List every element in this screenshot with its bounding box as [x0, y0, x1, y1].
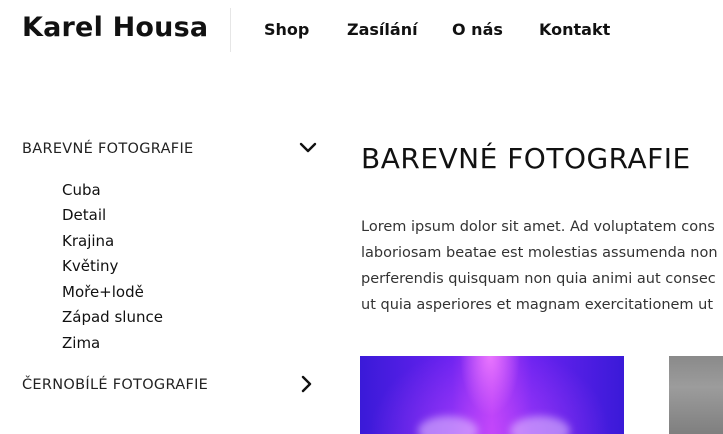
chevron-right-icon[interactable] — [296, 374, 316, 394]
subcategory-zapad-slunce[interactable]: Západ slunce — [62, 308, 163, 326]
subcategory-more-lode[interactable]: Moře+lodě — [62, 283, 144, 301]
category-label: BAREVNÉ FOTOGRAFIE — [22, 141, 194, 157]
category-color-photos[interactable]: BAREVNÉ FOTOGRAFIE — [22, 138, 318, 162]
description-line: perferendis quisquam non quia animi aut … — [361, 271, 716, 287]
chevron-down-icon[interactable] — [298, 138, 318, 158]
subcategory-kvetiny[interactable]: Květiny — [62, 257, 118, 275]
product-photo[interactable] — [669, 356, 723, 434]
product-photo[interactable] — [360, 356, 624, 434]
subcategory-detail[interactable]: Detail — [62, 206, 106, 224]
main-content: BAREVNÉ FOTOGRAFIE Lorem ipsum dolor sit… — [360, 0, 723, 434]
category-label: ČERNOBÍLÉ FOTOGRAFIE — [22, 377, 209, 393]
subcategory-krajina[interactable]: Krajina — [62, 232, 114, 250]
subcategory-zima[interactable]: Zima — [62, 334, 100, 352]
subcategory-cuba[interactable]: Cuba — [62, 181, 101, 199]
category-sidebar: BAREVNÉ FOTOGRAFIE Cuba Detail Krajina K… — [0, 0, 340, 434]
description-line: ut quia asperiores et magnam exercitatio… — [361, 297, 714, 313]
category-bw-photos[interactable]: ČERNOBÍLÉ FOTOGRAFIE — [22, 374, 318, 398]
page-title: BAREVNÉ FOTOGRAFIE — [361, 142, 691, 175]
description-line: Lorem ipsum dolor sit amet. Ad voluptate… — [361, 219, 715, 235]
description-line: laboriosam beatae est molestias assumend… — [361, 245, 718, 261]
